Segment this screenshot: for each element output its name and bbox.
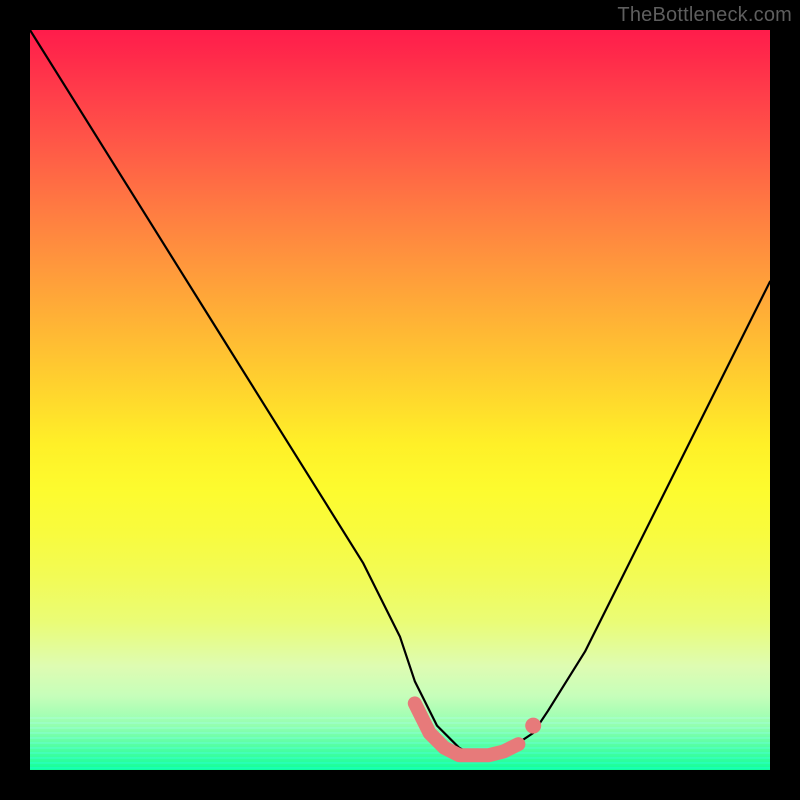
highlight-dot-right xyxy=(525,718,541,734)
watermark-text: TheBottleneck.com xyxy=(617,4,792,27)
bottleneck-curve xyxy=(30,30,770,755)
curve-layer xyxy=(30,30,770,770)
chart-frame: TheBottleneck.com xyxy=(0,0,800,800)
plot-area xyxy=(30,30,770,770)
